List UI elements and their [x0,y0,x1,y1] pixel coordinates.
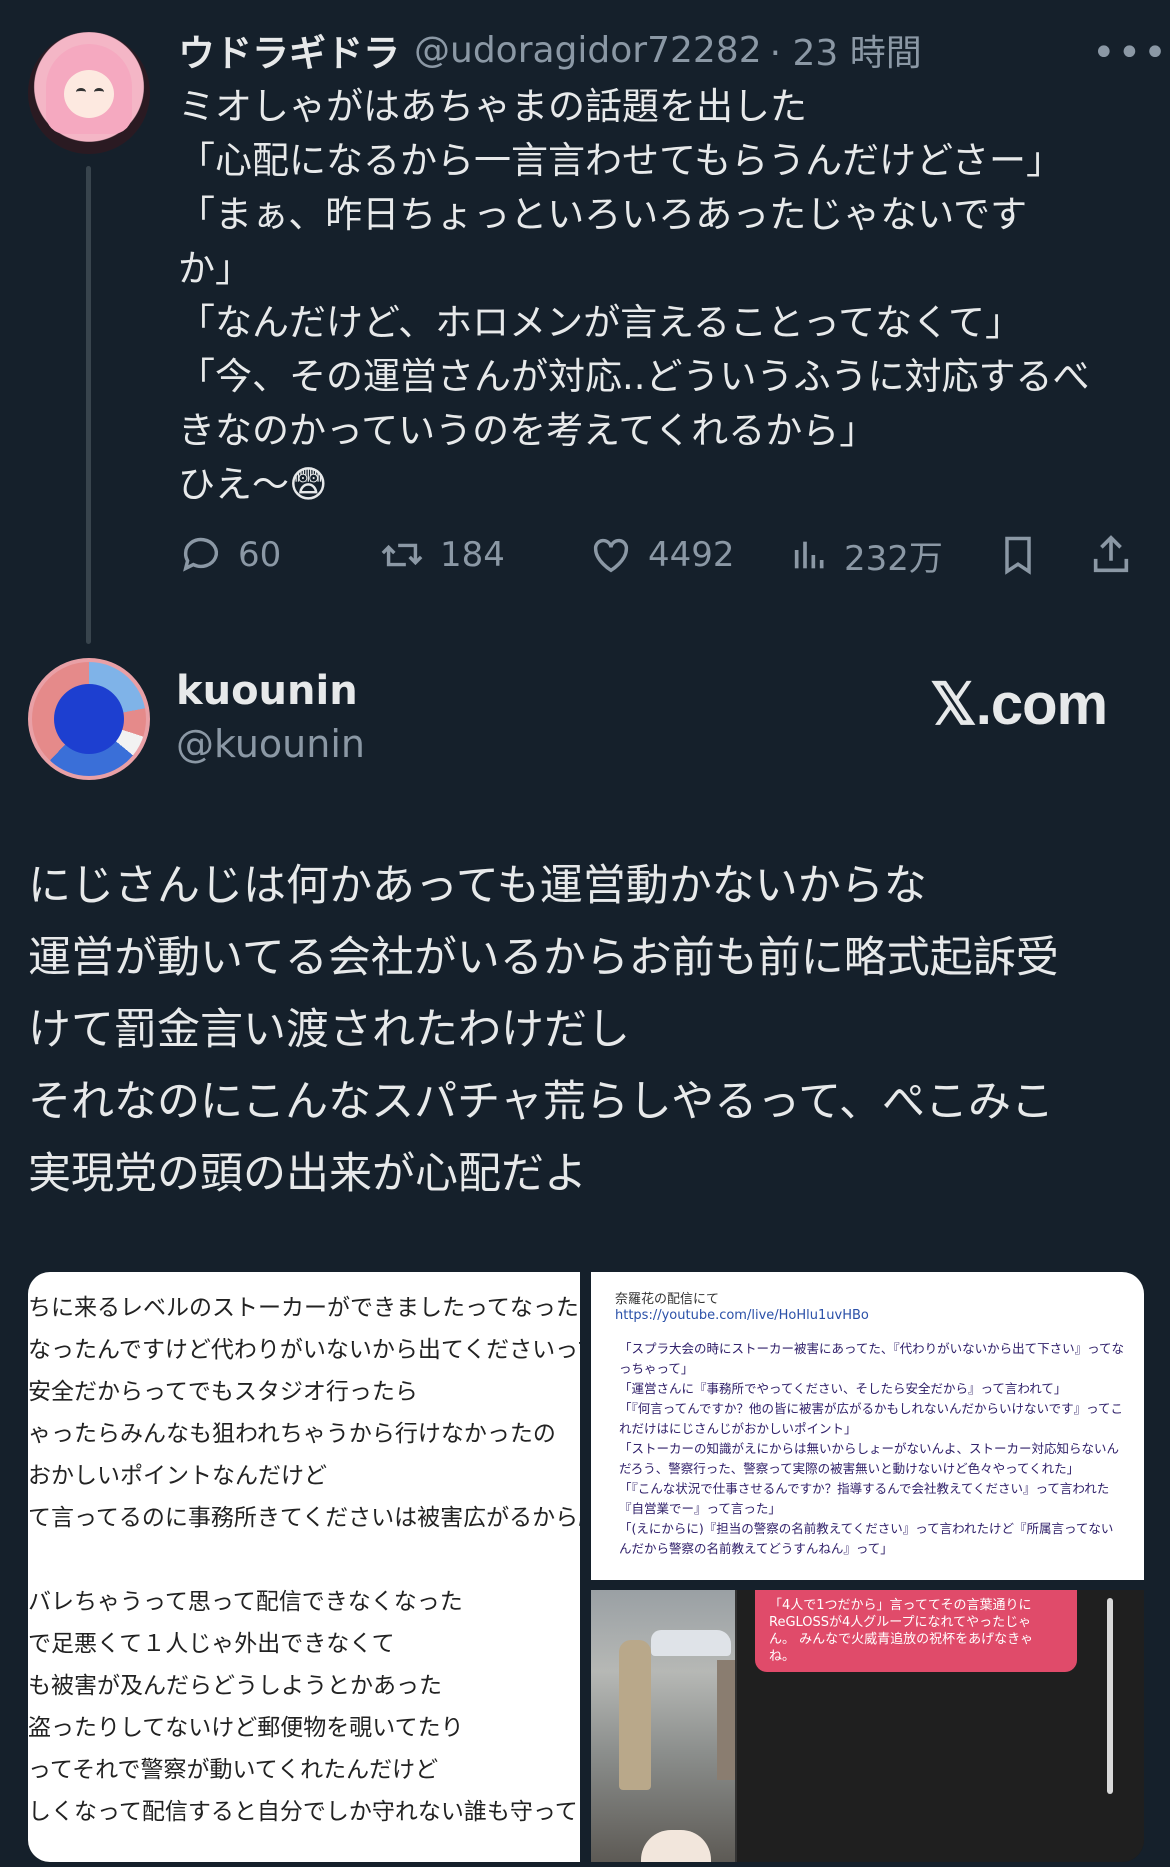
media-image-3[interactable]: 「4人で1つだから」言っててその言葉通りに ReGLOSSが4人グループになれて… [591,1590,1144,1862]
scrollbar[interactable] [1107,1598,1113,1794]
retweet-button[interactable]: 184 [378,527,505,583]
tweet-line: きなのかっていうのを考えてくれるから」 [178,409,877,452]
image-text-line: 「『こんな状況で仕事させるんですか？指導するんで会社教えてください』って言われた [619,1481,1110,1496]
tweet-line: にじさんじは何かあっても運営動かないからな [28,861,927,911]
media-image-1[interactable]: ちに来るレベルのストーカーができましたってなったら配 なったんですけど代わりがい… [28,1272,580,1862]
image-url: https://youtube.com/live/HoHlu1uvHBo [615,1308,869,1323]
like-button[interactable]: 4492 [588,527,735,583]
chat-panel: 「4人で1つだから」言っててその言葉通りに ReGLOSSが4人グループになれて… [735,1590,1144,1862]
user-handle[interactable]: @udoragidor72282 [414,30,762,71]
avatar-pie-center [54,684,124,754]
image-text-line: っちゃって」 [619,1361,694,1376]
image-text-line: で足悪くて１人じゃ外出できなくて [28,1631,395,1657]
more-dots-icon[interactable]: ••• [1092,30,1169,76]
photo-thumbnail [591,1590,739,1862]
tweet-line: 実現党の頭の出来が心配だよ [28,1149,587,1199]
user-handle[interactable]: @kuounin [176,722,365,766]
image-text-line: おかしいポイントなんだけど [28,1463,327,1489]
image-text-line: 盗ったりしてないけど郵便物を覗いてたり [28,1715,464,1741]
image-text-line: 「(えにからに)『担当の警察の名前教えてください』って言われたけど『所属言ってな… [619,1521,1114,1536]
image-text-line: バレちゃうって思って配信できなくなった [28,1589,463,1615]
tweet-text: ミオしゃがはあちゃまの話題を出した 「心配になるから一言言わせてもらうんだけどさ… [178,80,1148,512]
tweet-line: 「なんだけど、ホロメンが言えることってなくて」 [178,301,1022,344]
retweet-icon [381,543,423,567]
analytics-icon [794,541,824,569]
image-text-line: なったんですけど代わりがいないから出てくださいって [28,1337,580,1363]
image-text-line: んだから警察の名前教えてどうすんねん』って」 [619,1541,893,1556]
reply-button[interactable]: 60 [178,527,281,583]
reply-icon [183,537,219,572]
image-text-line: 「『何言ってんですか？他の皆に被害が広がるかもしれないんだからいけないです』って… [619,1401,1124,1416]
view-count: 232万 [844,538,943,579]
avatar[interactable] [28,658,150,780]
avatar-face [64,70,114,118]
image-text-line: しくなって配信すると自分でしか守れない誰も守ってく [28,1799,580,1825]
display-name[interactable]: ウドラギドラ [178,23,400,77]
image-text-line: も被害が及んだらどうしようとかあった [28,1673,442,1699]
tweet-line: 運営が動いてる会社がいるからお前も前に略式起訴受 [28,933,1059,983]
image-text-line: 「スプラ大会の時にストーカー被害にあってた、『代わりがいないから出て下さい』って… [619,1341,1125,1356]
image-text-line: ゃったらみんなも狙われちゃうから行けなかったの [28,1421,556,1447]
image-text-line: 安全だからってでもスタジオ行ったら [28,1379,418,1405]
tweet-line: それなのにこんなスパチャ荒らしやるって、ぺこみこ [28,1077,1054,1127]
tweet-header: ウドラギドラ @udoragidor72282 · 23 時間 [178,24,922,76]
image-text-line: だろう、警察行った、警察って実際の被害無いと動けないけど色々やってくれた」 [619,1461,1080,1476]
tweet-line: ミオしゃがはあちゃまの話題を出した [178,85,807,128]
bookmark-button[interactable] [996,527,1054,583]
image-text-line: 「ストーカーの知識がえにからは無いからしょーがないんよ、ストーカー対応知らないん [619,1441,1120,1456]
bookmark-icon [1005,536,1031,575]
like-count: 4492 [648,535,735,575]
tweet-line: 「まぁ、昨日ちょっといろいろあったじゃないです [178,193,1028,236]
thread-connector [86,166,91,644]
share-icon [1093,535,1129,573]
tweet-text: にじさんじは何かあっても運営動かないからな 運営が動いてる会社がいるからお前も前… [28,850,1148,1210]
tweet-line: 「今、その運営さんが対応..どういうふうに対応するべ [178,355,1090,398]
avatar[interactable] [28,32,150,154]
image-text-line: 「運営さんに『事務所でやってください、そしたら安全だから』って言われて」 [619,1381,1067,1396]
x-logo: 𝕏.com [930,672,1108,737]
display-name[interactable]: kuounin [176,668,358,714]
heart-icon [593,538,629,573]
image-text-line: れだけはにじさんじがおかしいポイント」 [619,1421,857,1436]
bubble-line: ん。 みんなで火威青追放の祝杯をあげなきゃ [769,1632,1034,1647]
views-button[interactable]: 232万 [790,527,943,583]
timestamp[interactable]: · 23 時間 [770,24,922,76]
media-grid: ちに来るレベルのストーカーができましたってなったら配 なったんですけど代わりがい… [28,1272,1144,1862]
image-header: 奈羅花の配信にて [615,1292,720,1307]
bubble-line: ね。 [769,1649,796,1664]
tweet-line: ひえ〜😨 [178,463,328,506]
superchat-bubble: 「4人で1つだから」言っててその言葉通りに ReGLOSSが4人グループになれて… [755,1590,1077,1672]
share-button[interactable] [1088,527,1148,583]
tweet-line: 「心配になるから一言言わせてもらうんだけどさー」 [178,139,1064,182]
image-text-line: ってそれで警察が動いてくれたんだけど [28,1757,439,1783]
tweet-line: けて罰金言い渡されたわけだし [28,1005,630,1055]
image-text-line: 『自営業でー』って言った」 [619,1501,781,1516]
tweet-line: か」 [178,247,252,290]
retweet-count: 184 [440,535,505,575]
reply-count: 60 [238,535,282,575]
image-text-line: て言ってるのに事務所きてくださいは被害広がるから駄 [28,1505,580,1531]
media-image-2[interactable]: 奈羅花の配信にて https://youtube.com/live/HoHlu1… [591,1272,1144,1580]
action-bar: 60 184 4492 232万 [178,527,1138,583]
image-text-line: ちに来るレベルのストーカーができましたってなったら配 [28,1295,580,1321]
